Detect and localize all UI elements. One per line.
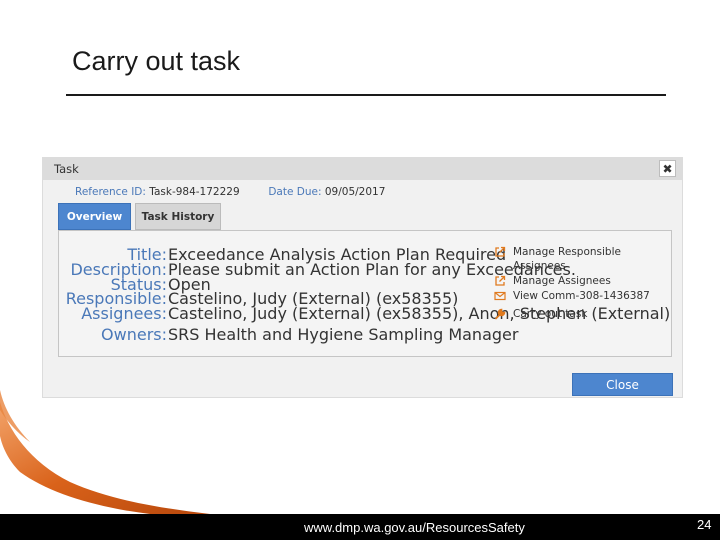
action-label: View Comm-308-1436387 <box>513 290 650 302</box>
dialog-header: Task ✖ <box>43 158 682 180</box>
page-number: 24 <box>697 517 712 532</box>
action-label: Manage Responsible Assignees <box>513 246 621 272</box>
date-due-value: 09/05/2017 <box>324 186 386 198</box>
task-meta-row: Reference ID: Task-984-172229 Date Due: … <box>75 186 385 198</box>
external-link-icon <box>495 246 506 257</box>
field-label: Assignees: <box>81 304 167 323</box>
wrench-icon <box>495 308 506 320</box>
overview-panel: Title: Exceedance Analysis Action Plan R… <box>58 230 672 357</box>
field-description: Description: Please submit an Action Pla… <box>59 260 575 279</box>
date-due-label: Date Due: <box>268 186 322 198</box>
field-title: Title: Exceedance Analysis Action Plan R… <box>59 245 506 264</box>
field-status: Status: Open <box>59 275 499 294</box>
envelope-icon <box>494 291 506 301</box>
external-link-icon <box>495 275 506 286</box>
field-label: Owners: <box>101 325 167 344</box>
field-owners: Owners: SRS Health and Hygiene Sampling … <box>59 325 518 344</box>
slide-title: Carry out task <box>72 46 241 76</box>
action-label: Manage Assignees <box>513 275 611 287</box>
title-underline <box>66 94 666 96</box>
task-dialog: Task ✖ Reference ID: Task-984-172229 Dat… <box>42 157 683 398</box>
close-icon[interactable]: ✖ <box>659 160 676 177</box>
field-assignees: Assignees: Castelino, Judy (External) (e… <box>59 304 670 323</box>
close-button[interactable]: Close <box>572 373 673 396</box>
tab-task-history[interactable]: Task History <box>135 203 221 230</box>
footer-url: www.dmp.wa.gov.au/ResourcesSafety <box>304 520 525 535</box>
reference-id-label: Reference ID: <box>75 186 146 198</box>
reference-id-value: Task-984-172229 <box>149 186 240 198</box>
orange-swoosh-decoration <box>0 390 210 514</box>
field-responsible: Responsible: Castelino, Judy (External) … <box>59 289 499 308</box>
field-value: SRS Health and Hygiene Sampling Manager <box>168 325 519 344</box>
dialog-title: Task <box>54 162 79 176</box>
action-label: Carry out task <box>513 308 588 320</box>
tab-overview[interactable]: Overview <box>58 203 131 230</box>
